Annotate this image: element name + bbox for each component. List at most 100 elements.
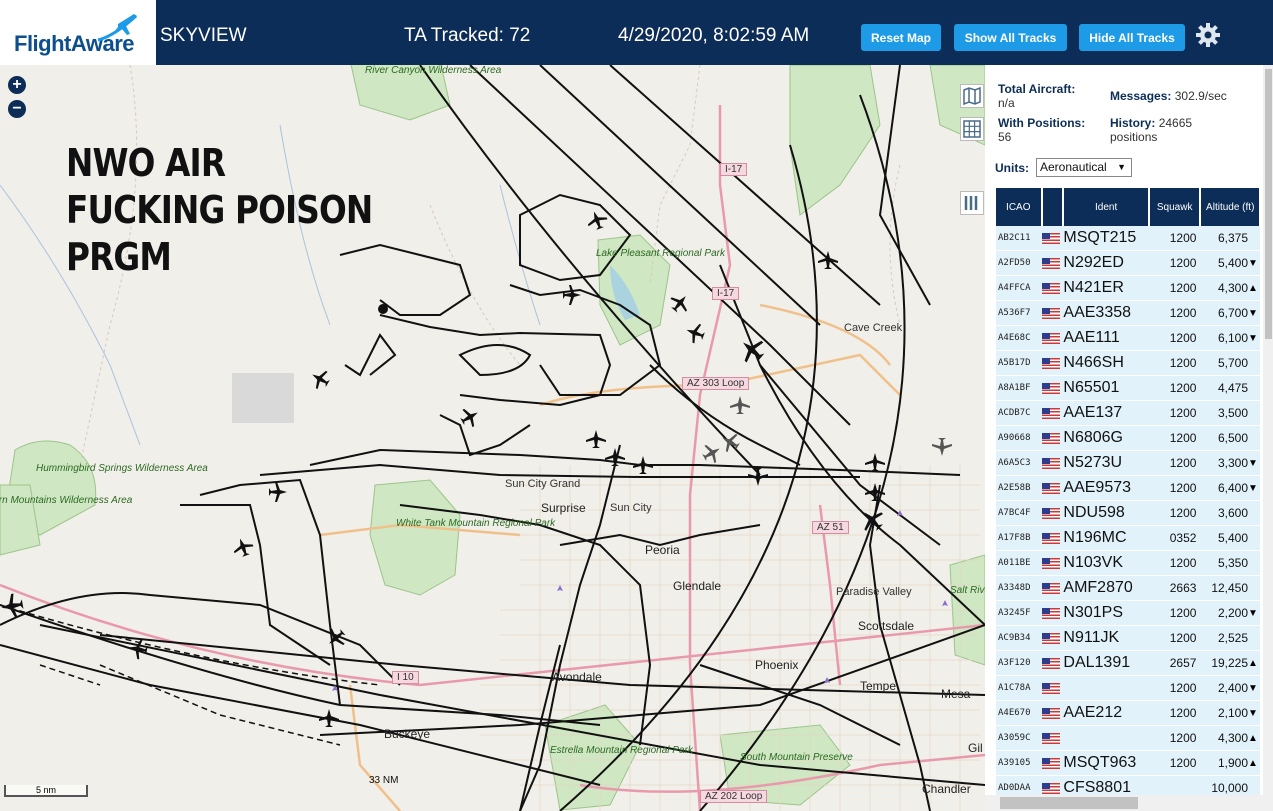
place-label: South Mountain Preserve [740,752,853,763]
row-altitude: 2,200 [1200,600,1249,626]
row-squawk: 1200 [1148,475,1201,501]
us-flag-icon [1041,783,1060,795]
row-squawk: 1200 [1148,725,1201,751]
aircraft-row[interactable]: A011BE N103VK 1200 5,350 [996,550,1260,576]
place-label: White Tank Mountain Regional Park [396,518,556,529]
hide-all-tracks-button[interactable]: Hide All Tracks [1079,24,1185,51]
place-label: Avondale [552,670,602,684]
aircraft-row[interactable]: ACDB7C AAE137 1200 3,500 [996,400,1260,426]
reset-map-button[interactable]: Reset Map [861,24,941,51]
place-label: Chandler [922,782,971,796]
us-flag-icon [1041,483,1060,495]
us-flag-icon [1041,608,1060,620]
row-flag [1041,450,1064,476]
row-ident: N103VK [1063,550,1149,576]
row-flag [1041,425,1064,451]
aircraft-row[interactable]: A6A5C3 N5273U 1200 3,300 ▼ [996,450,1260,476]
us-flag-icon [1041,358,1060,370]
aircraft-row[interactable]: A39105 MSQT963 1200 1,900 ▲ [996,750,1260,776]
aircraft-row[interactable]: A4E670 AAE212 1200 2,100 ▼ [996,700,1260,726]
row-icao: A6A5C3 [996,450,1042,476]
aircraft-row[interactable]: A536F7 AAE3358 1200 6,700 ▼ [996,300,1260,326]
row-flag [1041,575,1064,601]
row-icao: A1C78A [996,675,1042,701]
top-bar: FlightAware SKYVIEW TA Tracked: 72 4/29/… [0,0,1273,67]
zoom-in-button[interactable]: + [8,76,26,94]
aircraft-row[interactable]: A2E58B AAE9573 1200 6,400 ▼ [996,475,1260,501]
row-squawk: 1200 [1148,250,1201,276]
row-flag [1041,550,1064,576]
column-header-squawk[interactable]: Squawk [1148,188,1202,226]
aircraft-row[interactable]: A3059C 1200 4,300 ▲ [996,725,1260,751]
column-header-icao[interactable]: ICAO [996,188,1043,226]
aircraft-row[interactable]: A8A1BF N65501 1200 4,475 [996,375,1260,401]
aircraft-row[interactable]: A3348D AMF2870 2663 12,450 [996,575,1260,601]
aircraft-row[interactable]: A4FFCA N421ER 1200 4,300 ▲ [996,275,1260,301]
messages-label: Messages: [1110,89,1172,103]
messages-value: 302.9/sec [1174,89,1227,103]
row-ident: N301PS [1063,600,1149,626]
place-label: Buckeye [384,727,431,741]
row-flag [1041,250,1064,276]
column-header-flag[interactable] [1041,188,1065,226]
row-trend [1248,400,1260,426]
row-trend: ▼ [1248,700,1260,726]
aircraft-row[interactable]: A17F8B N196MC 0352 5,400 [996,525,1260,551]
row-altitude: 6,400 [1200,475,1249,501]
row-ident: AAE9573 [1063,475,1149,501]
row-ident: DAL1391 [1063,650,1149,676]
row-altitude: 5,400 [1200,525,1249,551]
column-header-altitude[interactable]: Altitude (ft) [1200,188,1261,226]
settings-gear-icon[interactable] [1195,22,1221,48]
map-layers-button[interactable] [960,84,984,108]
place-label: River Canyon Wilderness Area [365,65,502,76]
flightaware-logo[interactable]: FlightAware [0,0,156,67]
map-view[interactable]: + − NWO AIR FUCKING POISON PRGM River Ca… [0,65,985,811]
show-all-tracks-button[interactable]: Show All Tracks [954,24,1067,51]
aircraft-row[interactable]: AC9B34 N911JK 1200 2,525 [996,625,1260,651]
total-aircraft-label: Total Aircraft: [998,82,1076,96]
aircraft-row[interactable]: A5B17D N466SH 1200 5,700 [996,350,1260,376]
units-select[interactable]: Aeronautical ▼ [1036,158,1132,177]
row-altitude: 12,450 [1200,575,1249,601]
aircraft-row[interactable]: A90668 N6806G 1200 6,500 [996,425,1260,451]
row-ident: N6806G [1063,425,1149,451]
aircraft-row[interactable]: A2FD50 N292ED 1200 5,400 ▼ [996,250,1260,276]
row-trend [1248,550,1260,576]
horizontal-scroll-thumb[interactable] [1000,797,1138,809]
aircraft-row[interactable]: A4E68C AAE111 1200 6,100 ▼ [996,325,1260,351]
row-ident: N196MC [1063,525,1149,551]
row-trend [1248,425,1260,451]
road-label: I 10 [392,671,419,684]
zoom-out-button[interactable]: − [8,100,26,118]
us-flag-icon [1041,733,1060,745]
us-flag-icon [1041,408,1060,420]
row-trend [1248,350,1260,376]
row-ident: MSQT215 [1063,226,1149,251]
map-layers-icon [963,86,981,106]
place-label: Peoria [645,543,680,557]
overlay-line: NWO AIR [66,141,226,185]
aircraft-row[interactable]: AB2C11 MSQT215 1200 6,375 [996,226,1260,251]
columns-toggle-button[interactable] [960,191,984,215]
us-flag-icon [1041,633,1060,645]
aircraft-row[interactable]: A3F120 DAL1391 2657 19,225 ▲ [996,650,1260,676]
us-flag-icon [1041,333,1060,345]
column-header-ident[interactable]: Ident [1063,188,1150,226]
us-flag-icon [1041,558,1060,570]
row-squawk: 1200 [1148,300,1201,326]
row-flag [1041,475,1064,501]
grid-toggle-button[interactable] [960,117,984,141]
row-icao: A5B17D [996,350,1042,376]
vertical-scroll-thumb[interactable] [1265,69,1272,339]
road-label: I-17 [712,287,740,300]
row-icao: A011BE [996,550,1042,576]
aircraft-row[interactable]: A1C78A 1200 2,400 ▼ [996,675,1260,701]
row-flag [1041,226,1064,251]
place-label: Paradise Valley [836,586,912,598]
aircraft-row[interactable]: A7BC4F NDU598 1200 3,600 [996,500,1260,526]
positions-label: With Positions: [998,116,1086,130]
row-altitude: 3,300 [1200,450,1249,476]
aircraft-row[interactable]: A3245F N301PS 1200 2,200 ▼ [996,600,1260,626]
row-altitude: 6,700 [1200,300,1249,326]
